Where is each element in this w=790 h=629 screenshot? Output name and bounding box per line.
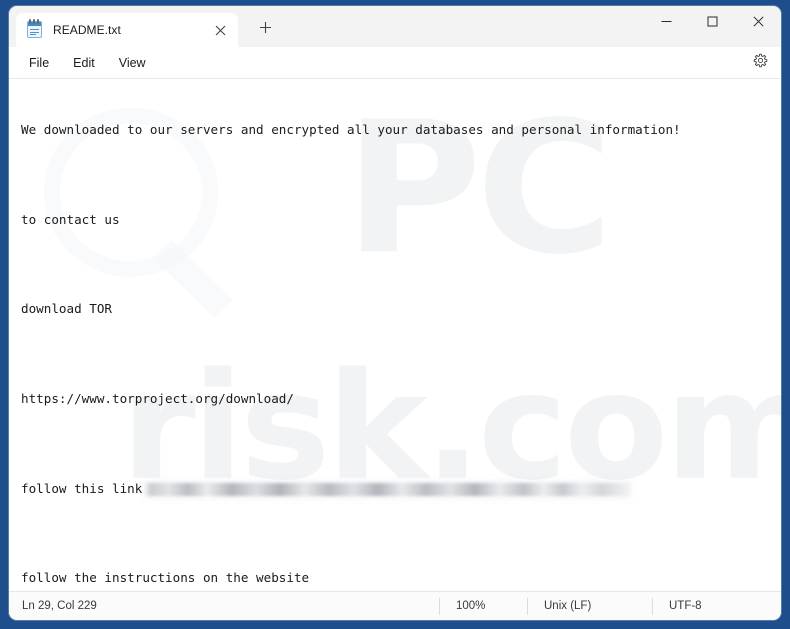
- editor-line: download TOR: [21, 301, 112, 317]
- tab-title: README.txt: [53, 23, 121, 37]
- editor-line: to contact us: [21, 211, 120, 227]
- title-bar: README.txt: [9, 6, 781, 47]
- close-tab-icon[interactable]: [208, 18, 232, 42]
- editor-line-blank: [21, 168, 774, 183]
- plus-icon: [259, 21, 272, 39]
- redacted-onion-link: [144, 482, 632, 496]
- notepad-icon: [26, 19, 43, 39]
- menu-item-file[interactable]: File: [17, 51, 61, 75]
- close-window-button[interactable]: [735, 6, 781, 39]
- editor-line: follow the instructions on the website: [21, 570, 310, 586]
- minimize-button[interactable]: [643, 6, 689, 39]
- editor-line-blank: [21, 527, 774, 542]
- status-line-ending[interactable]: Unix (LF): [527, 597, 652, 615]
- follow-link-label: follow this link: [21, 480, 143, 496]
- minimize-icon: [661, 14, 672, 32]
- new-tab-button[interactable]: [248, 13, 282, 47]
- editor-line-blank: [21, 437, 774, 452]
- editor-line-blank: [21, 257, 774, 272]
- status-bar: Ln 29, Col 229 100% Unix (LF) UTF-8: [9, 591, 781, 620]
- editor-line: https://www.torproject.org/download/: [21, 391, 294, 407]
- editor-line: We downloaded to our servers and encrypt…: [21, 121, 681, 137]
- editor-line-follow-link: follow this link: [21, 480, 774, 497]
- menu-bar: File Edit View: [9, 47, 781, 79]
- settings-button[interactable]: [747, 50, 773, 76]
- editor-line-blank: [21, 347, 774, 362]
- tab-readme-txt[interactable]: README.txt: [16, 13, 238, 47]
- window-controls: [643, 6, 781, 39]
- status-zoom[interactable]: 100%: [439, 597, 527, 615]
- tab-strip: README.txt: [9, 6, 282, 47]
- status-encoding[interactable]: UTF-8: [652, 597, 762, 615]
- desktop-background: README.txt File Edit View PC risk.com We…: [0, 0, 790, 629]
- maximize-icon: [707, 14, 718, 32]
- menu-item-view[interactable]: View: [107, 51, 158, 75]
- gear-icon: [753, 53, 768, 73]
- maximize-button[interactable]: [689, 6, 735, 39]
- close-icon: [752, 14, 764, 32]
- status-line-column: Ln 29, Col 229: [22, 600, 97, 612]
- text-editor-area[interactable]: PC risk.com We downloaded to our servers…: [9, 79, 781, 591]
- notepad-window: README.txt File Edit View PC risk.com We…: [9, 6, 781, 620]
- menu-item-edit[interactable]: Edit: [61, 51, 107, 75]
- editor-text[interactable]: We downloaded to our servers and encrypt…: [9, 79, 781, 591]
